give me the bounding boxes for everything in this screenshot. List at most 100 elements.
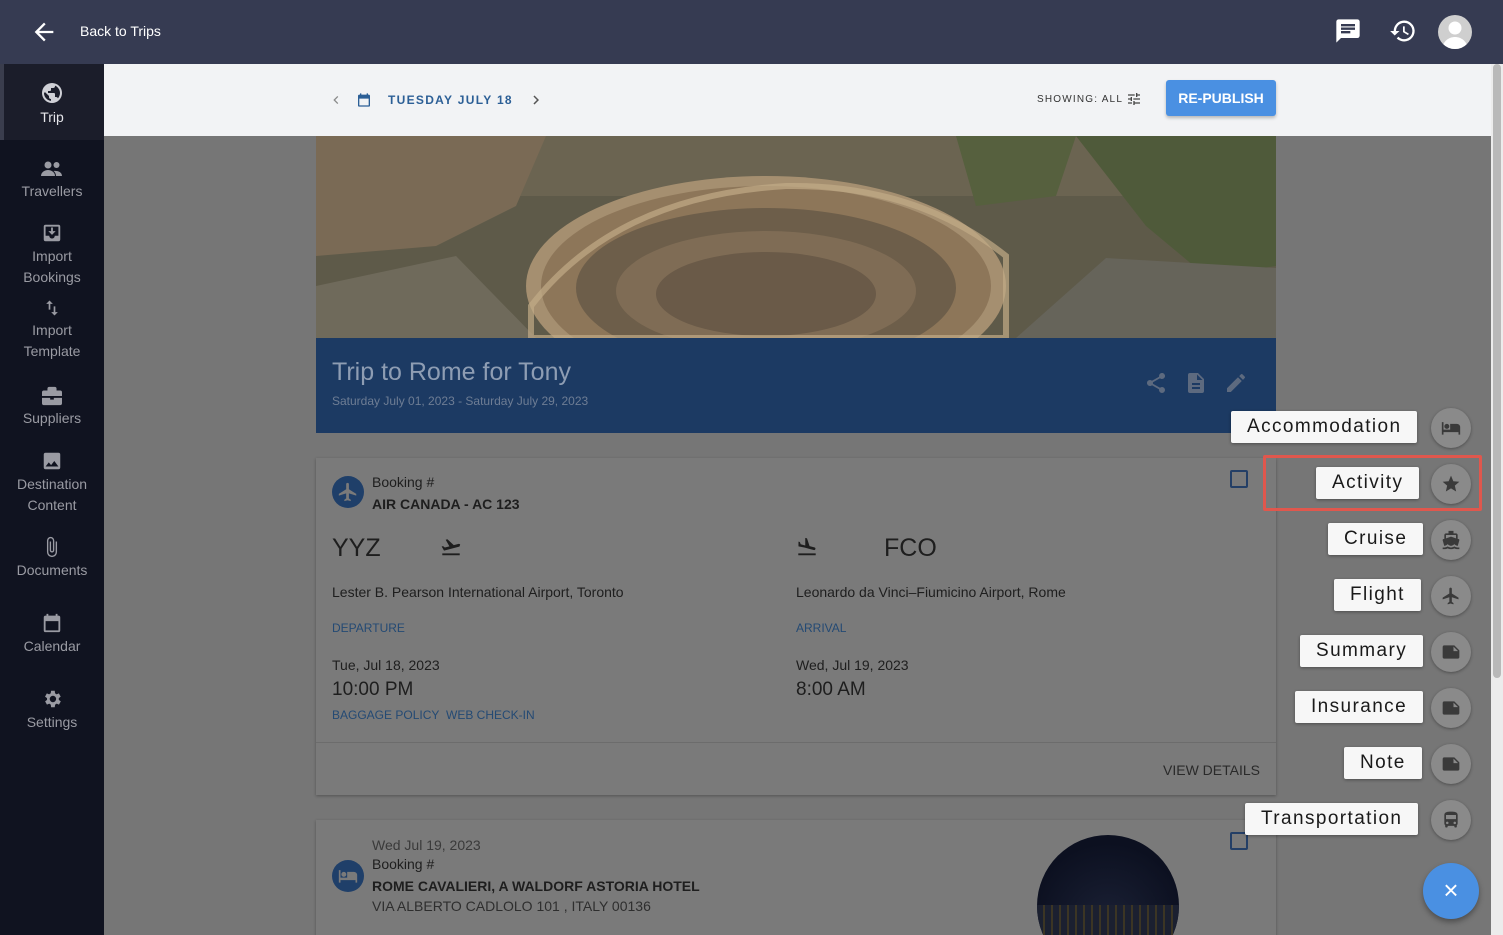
fab-note-button[interactable]: [1431, 744, 1471, 784]
card-divider: [316, 742, 1276, 743]
fab-item-cruise[interactable]: Cruise: [1328, 523, 1424, 555]
close-fab-button[interactable]: ×: [1423, 863, 1479, 919]
sidebar-item-import-template[interactable]: Import Template: [0, 298, 104, 362]
arrival-date: Wed, Jul 19, 2023: [796, 657, 909, 673]
history-icon[interactable]: [1389, 17, 1417, 45]
people-icon: [41, 161, 62, 176]
fab-flight-button[interactable]: [1431, 576, 1471, 616]
fab-summary-button[interactable]: [1431, 632, 1471, 672]
sidebar: Trip Travellers Import Bookings Import T…: [0, 64, 104, 935]
fab-item-summary[interactable]: Summary: [1300, 635, 1424, 667]
airplane-icon: [1442, 587, 1459, 605]
chat-icon[interactable]: [1334, 17, 1362, 45]
web-checkin-link[interactable]: WEB CHECK-IN: [446, 708, 535, 722]
inbox-download-icon: [43, 224, 61, 242]
landing-icon: [798, 537, 816, 556]
current-date[interactable]: TUESDAY JULY 18: [388, 93, 513, 107]
hotel-date: Wed Jul 19, 2023: [372, 837, 481, 853]
sidebar-item-calendar[interactable]: Calendar: [0, 612, 104, 657]
sidebar-item-label: Import Template: [23, 322, 81, 359]
trip-title-band: Trip to Rome for Tony Saturday July 01, …: [316, 338, 1276, 433]
fab-item-note[interactable]: Note: [1344, 747, 1422, 779]
showing-filter-label[interactable]: SHOWING: ALL: [1037, 94, 1123, 105]
arrival-label: ARRIVAL: [796, 621, 847, 635]
calendar-icon[interactable]: [356, 92, 372, 108]
select-checkbox[interactable]: [1230, 470, 1248, 488]
image-icon: [43, 452, 61, 470]
sidebar-item-label: Travellers: [21, 183, 83, 199]
swap-vertical-icon: [46, 300, 58, 316]
fab-item-transportation[interactable]: Transportation: [1245, 803, 1419, 835]
republish-button[interactable]: RE-PUBLISH: [1166, 80, 1276, 116]
trip-title: Trip to Rome for Tony: [332, 358, 571, 386]
activity-highlight-box: [1263, 455, 1482, 511]
fab-transportation-button[interactable]: [1431, 800, 1471, 840]
sidebar-item-label: Settings: [26, 714, 78, 730]
document-icon[interactable]: [1184, 371, 1208, 395]
chevron-left-icon[interactable]: [328, 92, 344, 108]
edit-icon[interactable]: [1224, 371, 1248, 395]
fab-item-accommodation[interactable]: Accommodation: [1231, 411, 1418, 443]
date-toolbar: TUESDAY JULY 18 SHOWING: ALL RE-PUBLISH: [104, 64, 1491, 136]
briefcase-icon: [42, 386, 62, 406]
note-icon: [1442, 645, 1460, 659]
sidebar-item-label: Trip: [40, 109, 64, 125]
ship-icon: [1442, 530, 1460, 550]
colosseum-image: [316, 136, 1276, 338]
fab-accommodation-button[interactable]: [1431, 408, 1471, 448]
departure-code: YYZ: [332, 534, 381, 562]
note-icon: [1442, 701, 1460, 715]
colosseum-photo: [316, 136, 1276, 338]
hotel-address: VIA ALBERTO CADLOLO 101 , ITALY 00136: [372, 898, 651, 914]
sidebar-item-settings[interactable]: Settings: [0, 688, 104, 733]
scrollbar-thumb[interactable]: [1493, 64, 1501, 678]
share-icon[interactable]: [1144, 371, 1168, 395]
airplane-badge: [332, 476, 364, 508]
sidebar-item-label: Import Bookings: [23, 248, 81, 285]
fab-item-flight[interactable]: Flight: [1334, 579, 1421, 611]
bed-icon: [1441, 422, 1461, 435]
takeoff-icon: [441, 539, 461, 556]
sidebar-item-suppliers[interactable]: Suppliers: [0, 386, 104, 429]
view-details-button[interactable]: VIEW DETAILS: [1163, 762, 1260, 778]
sidebar-item-travellers[interactable]: Travellers: [0, 159, 104, 202]
departure-date: Tue, Jul 18, 2023: [332, 657, 440, 673]
flight-carrier: AIR CANADA - AC 123: [372, 496, 520, 512]
hotel-photo: [1037, 835, 1179, 935]
sidebar-item-documents[interactable]: Documents: [0, 536, 104, 581]
departure-label: DEPARTURE: [332, 621, 405, 635]
sidebar-item-label: Suppliers: [22, 410, 82, 426]
note-icon: [1442, 757, 1460, 771]
sidebar-item-import-bookings[interactable]: Import Bookings: [0, 222, 104, 288]
top-app-bar: Back to Trips: [0, 0, 1503, 64]
scrollbar[interactable]: [1491, 64, 1503, 935]
bed-icon: [338, 870, 358, 883]
departure-airport: Lester B. Pearson International Airport,…: [332, 584, 624, 600]
bed-badge: [332, 860, 364, 892]
booking-number-label: Booking #: [372, 856, 435, 872]
arrow-left-icon[interactable]: [30, 18, 58, 46]
trip-hero: Trip to Rome for Tony Saturday July 01, …: [316, 136, 1276, 497]
baggage-policy-link[interactable]: BAGGAGE POLICY: [332, 708, 439, 722]
trip-date-range: Saturday July 01, 2023 - Saturday July 2…: [332, 394, 589, 408]
tune-icon[interactable]: [1126, 91, 1142, 107]
arrival-airport: Leonardo da Vinci–Fiumicino Airport, Rom…: [796, 584, 1066, 600]
booking-number-label: Booking #: [372, 474, 435, 490]
globe-icon: [42, 83, 62, 103]
arrival-time: 8:00 AM: [796, 679, 866, 700]
calendar-icon: [43, 613, 61, 633]
fab-insurance-button[interactable]: [1431, 688, 1471, 728]
fab-item-insurance[interactable]: Insurance: [1295, 691, 1424, 723]
sidebar-item-label: Calendar: [23, 638, 81, 654]
airplane-icon: [338, 482, 357, 502]
hotel-name: ROME CAVALIERI, A WALDORF ASTORIA HOTEL: [372, 878, 700, 894]
back-to-trips-link[interactable]: Back to Trips: [80, 23, 161, 39]
fab-cruise-button[interactable]: [1431, 520, 1471, 560]
flight-booking-card: Booking # AIR CANADA - AC 123 YYZ FCO Le…: [316, 458, 1276, 795]
sidebar-item-trip[interactable]: Trip: [0, 64, 104, 140]
sidebar-item-destination-content[interactable]: Destination Content: [0, 450, 104, 516]
gear-icon: [45, 690, 61, 708]
chevron-right-icon[interactable]: [527, 91, 545, 109]
avatar[interactable]: [1438, 15, 1472, 49]
bus-icon: [1444, 811, 1458, 828]
